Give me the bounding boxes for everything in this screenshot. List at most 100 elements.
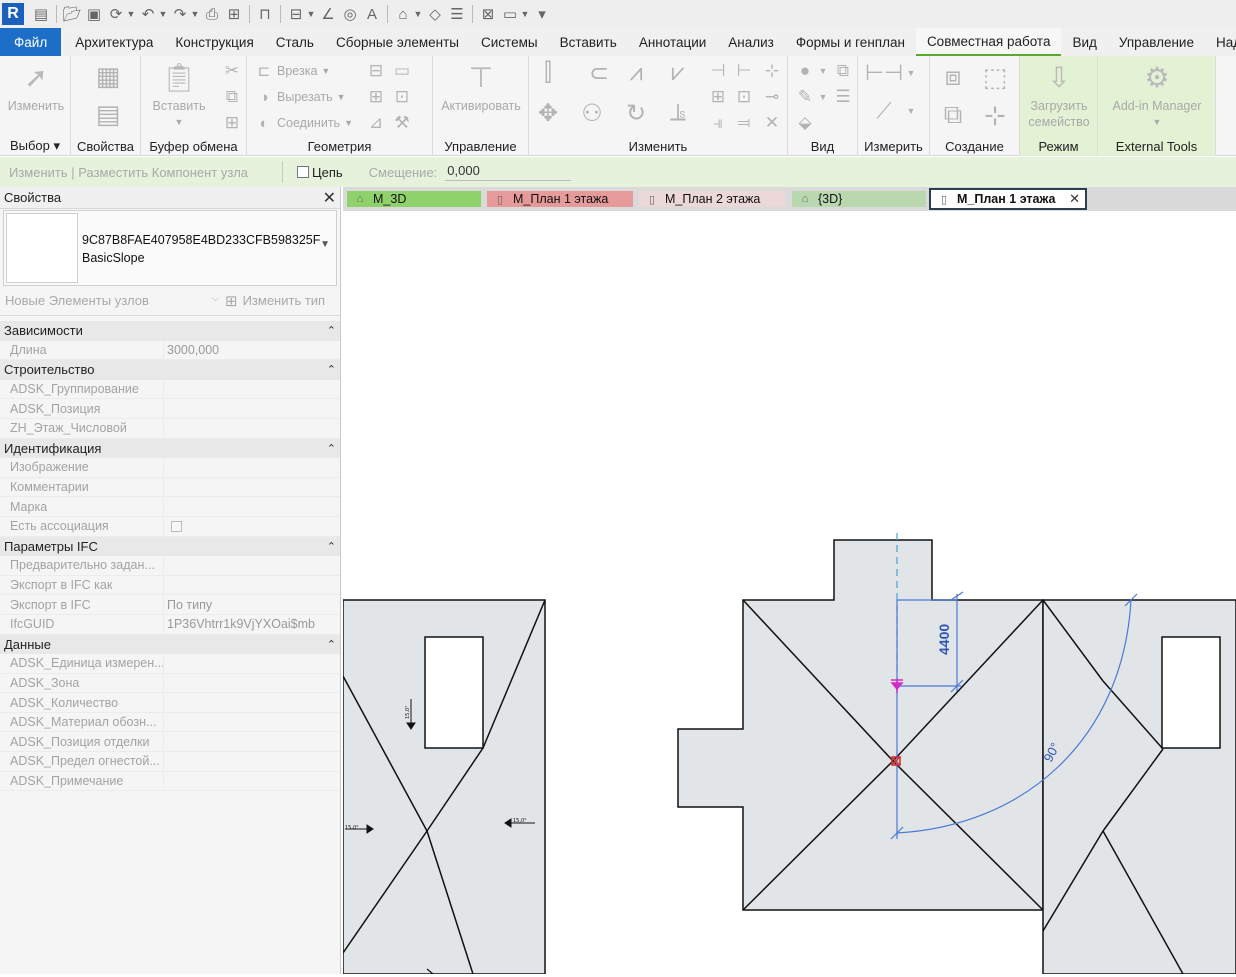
measure-icon[interactable]: ⊟: [285, 3, 307, 25]
chevron-down-icon[interactable]: ▼: [906, 100, 916, 122]
property-group-header[interactable]: Идентификация ⌃: [0, 438, 340, 459]
property-row[interactable]: Предварительно задан...: [0, 556, 340, 576]
dimension-text[interactable]: 4400: [936, 624, 952, 655]
cope-button[interactable]: ⊏ Врезка ▼: [255, 62, 331, 80]
chevron-down-icon[interactable]: ▼: [414, 3, 423, 25]
collapse-icon[interactable]: ⌃: [327, 324, 336, 337]
trim-icon[interactable]: ⫡: [667, 99, 689, 126]
chevron-down-icon[interactable]: ▼: [307, 3, 316, 25]
property-row[interactable]: Длина 3000,000: [0, 340, 340, 361]
create-similar-icon[interactable]: ⊹: [978, 98, 1012, 132]
type-selector[interactable]: 9C87B8FAE407958E4BD233CFB598325F BasicSl…: [3, 210, 337, 286]
align-dimension-icon[interactable]: ⊓: [254, 3, 276, 25]
chevron-down-icon[interactable]: ▼: [818, 86, 828, 108]
tab-architecture[interactable]: Архитектура: [64, 28, 164, 56]
property-value[interactable]: [163, 693, 340, 713]
property-value[interactable]: [163, 516, 340, 537]
close-icon[interactable]: ✕: [323, 188, 336, 208]
right-opening[interactable]: [1161, 636, 1221, 749]
property-value[interactable]: По типу: [163, 595, 340, 615]
property-row[interactable]: Экспорт в IFC как: [0, 575, 340, 596]
activate-button[interactable]: ⊤ Активировать: [435, 60, 527, 114]
property-value[interactable]: [163, 556, 340, 576]
property-row[interactable]: Комментарии: [0, 477, 340, 498]
property-row[interactable]: ADSK_Примечание: [0, 771, 340, 792]
chevron-down-icon[interactable]: ▼: [320, 239, 330, 250]
demolish-icon[interactable]: ⊡: [391, 86, 413, 108]
array-icon[interactable]: ⊞: [707, 86, 729, 108]
move-icon[interactable]: ✥: [537, 100, 559, 127]
property-value[interactable]: [163, 712, 340, 733]
copy-element-icon[interactable]: ⚇: [581, 100, 603, 127]
collapse-icon[interactable]: ⌃: [327, 363, 336, 376]
override-icon[interactable]: ⧉: [832, 60, 854, 82]
app-logo[interactable]: R: [2, 3, 24, 25]
property-value[interactable]: [163, 771, 340, 792]
split-gap-icon[interactable]: ⊢: [733, 60, 755, 82]
sync-icon[interactable]: ⟳: [105, 3, 127, 25]
close-hidden-icon[interactable]: ⊠: [477, 3, 499, 25]
close-icon[interactable]: ✕: [1069, 191, 1080, 207]
properties-icon[interactable]: ▦: [93, 58, 123, 94]
tab-collaborate[interactable]: Совместная работа: [915, 28, 1062, 56]
trim-extend-icon[interactable]: ⫣: [707, 112, 729, 134]
collapse-icon[interactable]: ⌃: [327, 442, 336, 455]
thin-lines-icon[interactable]: ☰: [446, 3, 468, 25]
floor-plan-drawing[interactable]: 15,0° 15,0° 15,0° 4400 90°: [342, 211, 1236, 975]
print-icon[interactable]: ⎙: [201, 3, 223, 25]
property-value[interactable]: [163, 752, 340, 772]
property-row[interactable]: Марка: [0, 497, 340, 517]
tab-addins[interactable]: Надстройки: [1205, 28, 1236, 56]
property-row[interactable]: ZH_Этаж_Числовой: [0, 418, 340, 439]
property-row[interactable]: ADSK_Материал обозн...: [0, 712, 340, 733]
property-value[interactable]: [163, 575, 340, 596]
type-properties-icon[interactable]: ▤: [93, 96, 123, 132]
view-tab-floor-plan-2[interactable]: ▯ M_План 2 этажа: [639, 191, 785, 207]
property-row[interactable]: ADSK_Зона: [0, 673, 340, 694]
trim-multiple-icon[interactable]: ⫤: [733, 112, 755, 134]
property-value[interactable]: [163, 458, 340, 478]
split-face-icon[interactable]: ⊟: [365, 60, 387, 82]
home-icon[interactable]: ▤: [30, 3, 52, 25]
angular-dimension-icon[interactable]: ∠: [317, 3, 339, 25]
tab-massing-site[interactable]: Формы и генплан: [785, 28, 916, 56]
view-tab-floor-plan-1[interactable]: ▯ M_План 1 этажа: [487, 191, 633, 207]
tab-manage[interactable]: Управление: [1108, 28, 1205, 56]
property-group-header[interactable]: Данные ⌃: [0, 634, 340, 655]
wall-joins-icon[interactable]: ⊞: [365, 86, 387, 108]
property-row[interactable]: Есть ассоциация: [0, 516, 340, 537]
property-group-header[interactable]: Параметры IFC ⌃: [0, 536, 340, 557]
modify-button[interactable]: ➚ Изменить: [4, 60, 68, 114]
pin-icon[interactable]: ⊹: [761, 60, 783, 82]
text-icon[interactable]: A: [361, 3, 383, 25]
paint-icon[interactable]: ▭: [391, 60, 413, 82]
tab-structure[interactable]: Конструкция: [164, 28, 264, 56]
property-value[interactable]: [163, 418, 340, 439]
create-group-icon[interactable]: ⧉: [936, 98, 970, 132]
section-icon[interactable]: ◇: [424, 3, 446, 25]
property-value[interactable]: [163, 497, 340, 517]
create-assembly-icon[interactable]: ⧈: [936, 60, 970, 94]
property-value[interactable]: [163, 654, 340, 674]
tab-file[interactable]: Файл: [0, 28, 62, 56]
mirror-axis-icon[interactable]: ⩘: [625, 59, 647, 86]
property-value[interactable]: [163, 732, 340, 753]
chevron-down-icon[interactable]: ▼: [159, 3, 168, 25]
property-row[interactable]: ADSK_Позиция: [0, 399, 340, 419]
property-row[interactable]: ADSK_Единица измерен...: [0, 654, 340, 674]
property-checkbox[interactable]: [171, 520, 182, 532]
property-value[interactable]: 3000,000: [163, 340, 340, 361]
create-parts-icon[interactable]: ⬚: [978, 60, 1012, 94]
collapse-icon[interactable]: ⌃: [327, 638, 336, 651]
paste-button[interactable]: 📋︎ Вставить ▼: [147, 60, 211, 130]
load-family-button[interactable]: ⇩ Загрузить семейство: [1022, 60, 1096, 130]
measure-between-icon[interactable]: ⊢⊣: [865, 60, 903, 85]
aligned-dimension-icon[interactable]: ⟋: [866, 98, 902, 123]
chain-checkbox[interactable]: Цепь: [297, 165, 343, 180]
property-value[interactable]: 1P36Vhtrr1k9VjYXOai$mb: [163, 614, 340, 635]
left-opening[interactable]: [424, 636, 484, 749]
property-row[interactable]: Экспорт в IFC По типу: [0, 595, 340, 615]
unpin-icon[interactable]: ⊸: [761, 86, 783, 108]
center-building[interactable]: [677, 539, 1044, 911]
property-row[interactable]: IfcGUID 1P36Vhtrr1k9VjYXOai$mb: [0, 614, 340, 635]
